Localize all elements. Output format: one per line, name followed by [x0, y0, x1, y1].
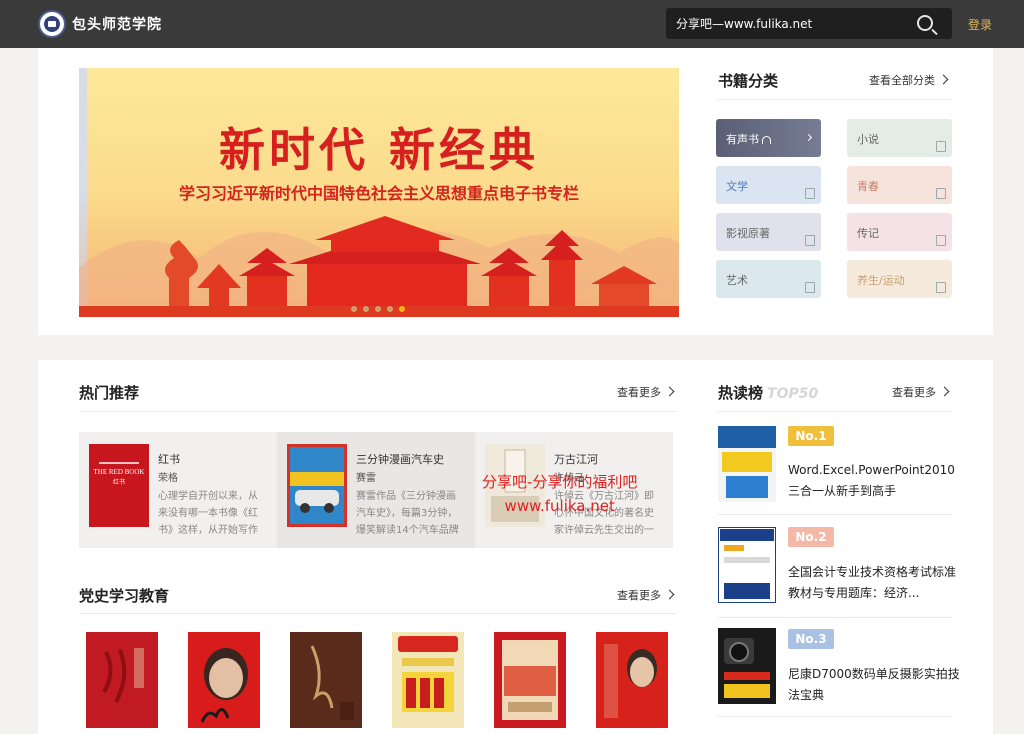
carousel-dot[interactable] [375, 306, 381, 312]
category-literature[interactable]: 文学 [716, 166, 821, 204]
category-label: 有声书 [726, 133, 759, 146]
party-history-title: 党史学习教育 [79, 587, 170, 605]
category-art[interactable]: 艺术 [716, 260, 821, 298]
category-audiobook[interactable]: 有声书 [716, 119, 821, 157]
banner-title: 新时代 新经典 [218, 123, 539, 177]
book-cover: THE RED BOOK 红书 [89, 444, 149, 527]
book-cover [287, 444, 347, 527]
divider [718, 411, 952, 412]
rank-badge: No.2 [788, 527, 834, 547]
category-film-adaptation[interactable]: 影视原著 [716, 213, 821, 251]
chevron-right-icon [664, 386, 675, 397]
svg-text:红书: 红书 [113, 478, 125, 486]
category-youth[interactable]: 青春 [847, 166, 952, 204]
headphones-icon [762, 136, 771, 144]
party-more-link[interactable]: 查看更多 [617, 587, 675, 603]
party-book-cover[interactable] [188, 632, 260, 728]
book-title: 三分钟漫画汽车史 [356, 453, 444, 466]
ranking-title: 热读榜 TOP50 [718, 382, 818, 403]
carousel-indicators [351, 297, 411, 316]
category-label: 青春 [857, 180, 879, 193]
book-icon [936, 188, 946, 199]
school-emblem-icon [44, 16, 60, 32]
hot-more-label: 查看更多 [617, 386, 661, 399]
rank-badge: No.3 [788, 629, 834, 649]
category-label: 艺术 [726, 274, 748, 287]
category-health-sports[interactable]: 养生/运动 [847, 260, 952, 298]
book-title: 红书 [158, 453, 180, 466]
divider [718, 99, 952, 100]
ranking-more-label: 查看更多 [892, 386, 936, 399]
party-more-label: 查看更多 [617, 589, 661, 602]
carousel-dot[interactable] [363, 306, 369, 312]
divider [718, 514, 952, 515]
view-all-categories-label: 查看全部分类 [869, 74, 935, 87]
login-link[interactable]: 登录 [968, 16, 992, 33]
book-author: 荣格 [158, 473, 178, 484]
party-book-cover[interactable] [494, 632, 566, 728]
carousel-dot[interactable] [387, 306, 393, 312]
chevron-right-icon [664, 589, 675, 600]
category-biography[interactable]: 传记 [847, 213, 952, 251]
category-label: 小说 [857, 133, 879, 146]
category-label: 影视原著 [726, 227, 770, 240]
ranking-title-text: 热读榜 [718, 384, 764, 402]
rank-book-cover[interactable] [718, 628, 776, 704]
book-icon [805, 235, 815, 246]
party-book-cover[interactable] [86, 632, 158, 728]
book-icon [936, 235, 946, 246]
book-icon [805, 188, 815, 199]
svg-text:THE RED BOOK: THE RED BOOK [94, 468, 145, 476]
book-icon [936, 141, 946, 152]
rank-book-title[interactable]: Word.Excel.PowerPoint2010三合一从新手到高手 [788, 460, 960, 502]
party-book-cover[interactable] [392, 632, 464, 728]
chevron-right-icon [939, 386, 950, 397]
divider [718, 716, 952, 717]
book-author: 赛雷 [356, 473, 376, 484]
party-book-cover[interactable] [596, 632, 668, 728]
watermark-line2: www.fulika.net [504, 497, 615, 515]
carousel-dot[interactable] [351, 306, 357, 312]
rank-book-cover[interactable] [718, 527, 776, 603]
school-logo[interactable] [38, 10, 66, 38]
rank-badge: No.1 [788, 426, 834, 446]
ranking-more-link[interactable]: 查看更多 [892, 384, 950, 400]
divider [79, 613, 677, 614]
party-book-cover[interactable] [290, 632, 362, 728]
book-description: 心理学自开创以来，从来没有哪一本书像《红书》这样，从开始写作到出... [158, 491, 258, 536]
book-card-redbook[interactable]: THE RED BOOK 红书 红书 荣格 心理学自开创以来，从来没有哪一本书像… [79, 432, 277, 548]
search-icon[interactable] [917, 15, 933, 31]
search-input[interactable] [666, 8, 906, 39]
category-label: 文学 [726, 180, 748, 193]
category-novel[interactable]: 小说 [847, 119, 952, 157]
chevron-right-icon [804, 133, 813, 142]
book-card-car-history[interactable]: 三分钟漫画汽车史 赛雷 赛雷作品《三分钟漫画汽车史》，每篇3分钟，爆笑解读14个… [277, 432, 475, 548]
category-label: 传记 [857, 227, 879, 240]
school-name[interactable]: 包头师范学院 [72, 14, 162, 34]
hot-recommend-title: 热门推荐 [79, 384, 140, 402]
watermark-line1: 分享吧-分享你的福利吧 [482, 473, 638, 491]
rank-book-title[interactable]: 全国会计专业技术资格考试标准教材与专用题库：经济... [788, 562, 960, 604]
banner-subtitle: 学习习近平新时代中国特色社会主义思想重点电子书专栏 [178, 184, 579, 203]
book-description: 赛雷作品《三分钟漫画汽车史》，每篇3分钟，爆笑解读14个汽车品牌的... [356, 491, 459, 536]
chevron-right-icon [938, 74, 949, 85]
search-box [666, 8, 952, 39]
book-icon [936, 282, 946, 293]
hot-more-link[interactable]: 查看更多 [617, 384, 675, 400]
book-title: 万古江河 [554, 453, 598, 466]
rank-book-title[interactable]: 尼康D7000数码单反摄影实拍技法宝典 [788, 664, 960, 706]
watermark-overlay: 分享吧-分享你的福利吧 www.fulika.net [482, 470, 637, 518]
category-label: 养生/运动 [857, 274, 905, 287]
rank-book-cover[interactable] [718, 426, 776, 502]
divider [718, 617, 952, 618]
view-all-categories-link[interactable]: 查看全部分类 [869, 72, 949, 88]
banner-carousel[interactable]: 新时代 新经典 学习习近平新时代中国特色社会主义思想重点电子书专栏 [79, 68, 679, 317]
categories-title: 书籍分类 [718, 72, 779, 90]
top50-badge: TOP50 [767, 386, 819, 402]
divider [79, 411, 677, 412]
carousel-dot-active[interactable] [399, 306, 405, 312]
book-icon [805, 282, 815, 293]
